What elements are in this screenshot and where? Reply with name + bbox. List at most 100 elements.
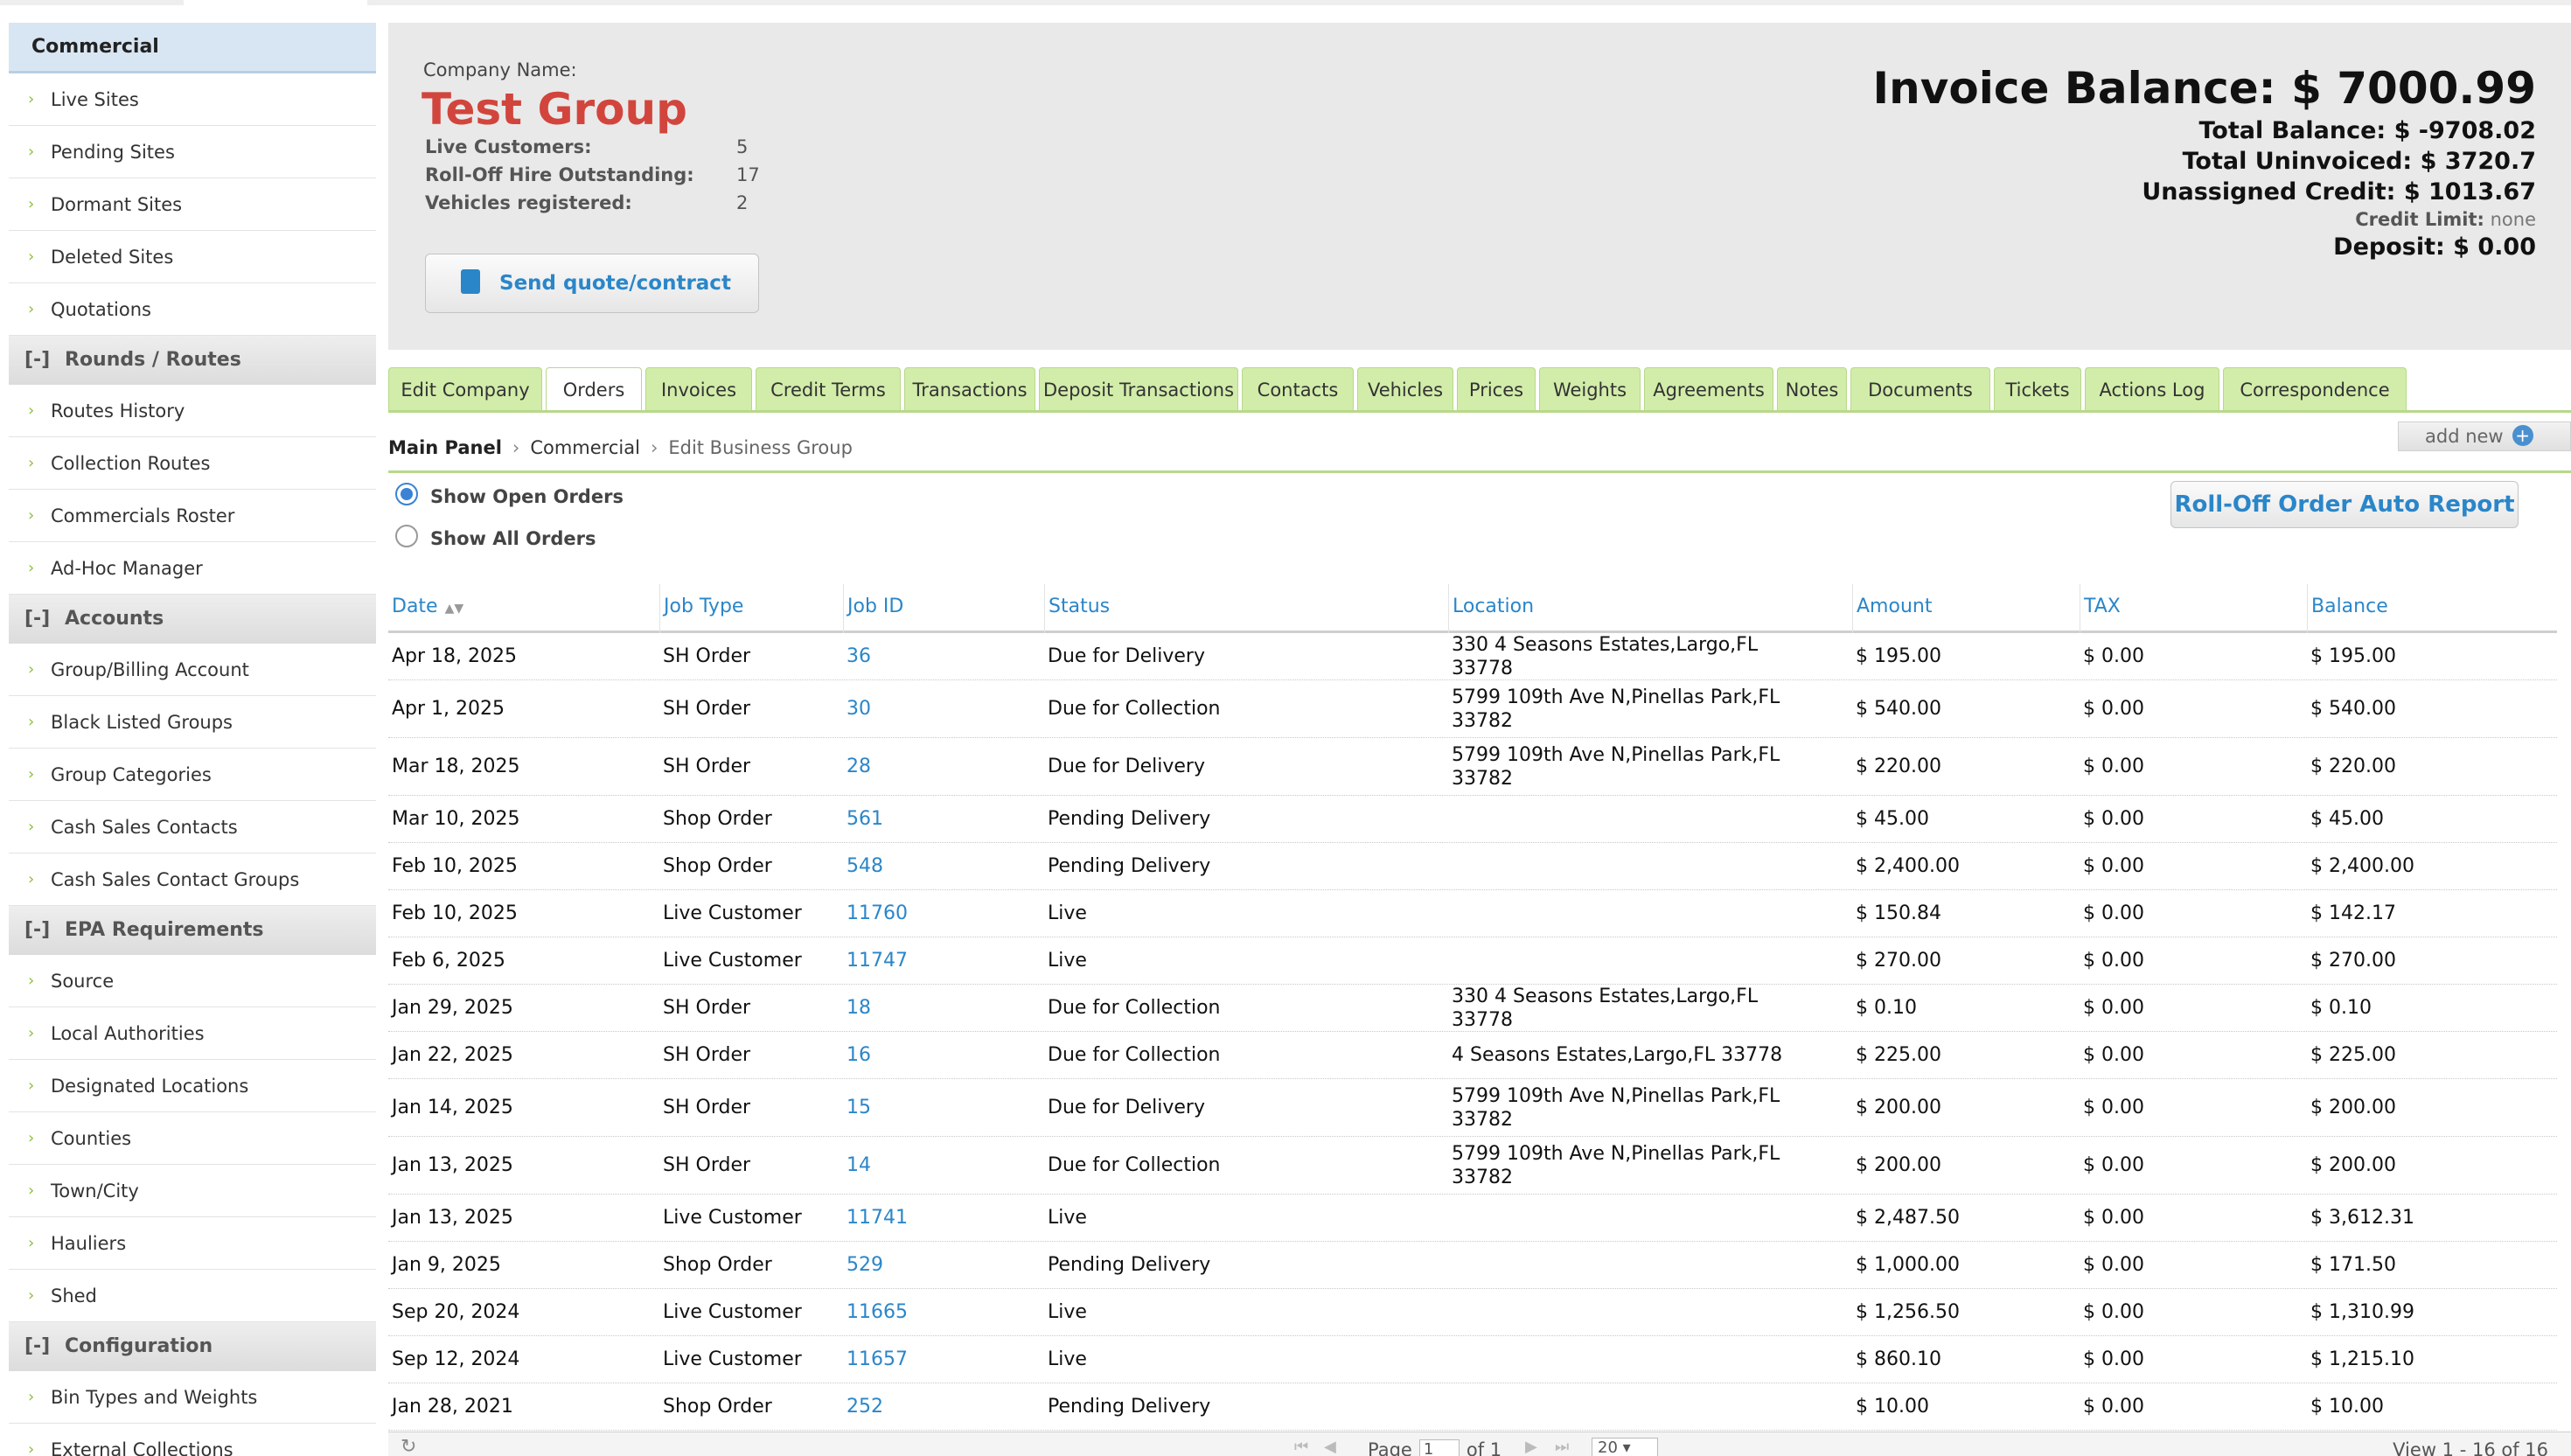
table-row[interactable]: Feb 10, 2025 Shop Order 548 Pending Deliver…	[388, 843, 2557, 890]
table-row[interactable]: Jan 9, 2025 Shop Order 529 Pending Delivery…	[388, 1242, 2557, 1289]
filter-open-orders[interactable]: Show Open Orders	[395, 483, 624, 509]
job-id-link[interactable]: 30	[843, 680, 1044, 737]
sidebar-item[interactable]: › Black Listed Groups	[9, 696, 376, 749]
column-header[interactable]: Job ID	[843, 584, 1044, 633]
table-row[interactable]: Sep 12, 2024 Live Customer 11657 Live $ 860.…	[388, 1336, 2557, 1383]
sidebar-item[interactable]: › Pending Sites	[9, 126, 376, 178]
job-id-link[interactable]: 15	[843, 1079, 1044, 1136]
sidebar-item[interactable]: › Counties	[9, 1112, 376, 1165]
job-id-link[interactable]: 11657	[843, 1336, 1044, 1383]
radio-checked-icon[interactable]	[395, 483, 418, 505]
breadcrumb-root[interactable]: Main Panel	[388, 437, 502, 458]
sidebar-item[interactable]: › Live Sites	[9, 73, 376, 126]
job-id-link[interactable]: 16	[843, 1032, 1044, 1078]
tab-agreements[interactable]: Agreements	[1644, 367, 1773, 411]
table-row[interactable]: Jan 29, 2025 SH Order 18 Due for Collection…	[388, 985, 2557, 1032]
filter-all-orders[interactable]: Show All Orders	[395, 525, 596, 551]
first-page-icon[interactable]: ⏮	[1294, 1438, 1308, 1456]
table-row[interactable]: Mar 10, 2025 Shop Order 561 Pending Deliver…	[388, 796, 2557, 843]
job-id-link[interactable]: 11760	[843, 890, 1044, 937]
job-id-link[interactable]: 561	[843, 796, 1044, 842]
sidebar-item[interactable]: › Shed	[9, 1270, 376, 1322]
collapse-toggle[interactable]: [-]	[24, 1322, 65, 1371]
table-row[interactable]: Feb 10, 2025 Live Customer 11760 Live $ 150.…	[388, 890, 2557, 937]
collapse-toggle[interactable]: [-]	[24, 595, 65, 644]
column-header[interactable]: Location	[1448, 584, 1852, 633]
column-header[interactable]: Date ▲▼	[388, 584, 659, 633]
rolloff-auto-report-button[interactable]: Roll-Off Order Auto Report	[2170, 481, 2519, 528]
sidebar-item[interactable]: › Quotations	[9, 283, 376, 336]
collapse-toggle[interactable]: [-]	[24, 906, 65, 955]
sort-icon[interactable]: ▲▼	[445, 602, 464, 616]
refresh-icon[interactable]: ↻	[401, 1436, 416, 1456]
sidebar-item[interactable]: › External Collections	[9, 1424, 376, 1456]
tab-weights[interactable]: Weights	[1539, 367, 1641, 411]
sidebar-item[interactable]: › Hauliers	[9, 1217, 376, 1270]
column-header[interactable]: Balance	[2307, 584, 2557, 633]
tab-credit-terms[interactable]: Credit Terms	[756, 367, 901, 411]
column-header[interactable]: Status	[1044, 584, 1448, 633]
sidebar-section[interactable]: [-] Configuration	[9, 1322, 376, 1371]
sidebar-item[interactable]: › Designated Locations	[9, 1060, 376, 1112]
sidebar-item[interactable]: › Cash Sales Contact Groups	[9, 853, 376, 906]
table-row[interactable]: Jan 13, 2025 SH Order 14 Due for Collection…	[388, 1137, 2557, 1195]
sidebar-section[interactable]: [-] Rounds / Routes	[9, 336, 376, 385]
sidebar-item[interactable]: › Collection Routes	[9, 437, 376, 490]
page-input[interactable]: 1	[1418, 1439, 1460, 1456]
table-row[interactable]: Jan 22, 2025 SH Order 16 Due for Collection…	[388, 1032, 2557, 1079]
tab-vehicles[interactable]: Vehicles	[1357, 367, 1453, 411]
tab-tickets[interactable]: Tickets	[1994, 367, 2081, 411]
breadcrumb-section[interactable]: Commercial	[530, 437, 640, 458]
sidebar-section[interactable]: [-] EPA Requirements	[9, 906, 376, 955]
table-row[interactable]: Feb 6, 2025 Live Customer 11747 Live $ 270.0…	[388, 937, 2557, 985]
add-new-button[interactable]: add new +	[2398, 421, 2571, 451]
sidebar-item[interactable]: › Deleted Sites	[9, 231, 376, 283]
tab-contacts[interactable]: Contacts	[1242, 367, 1354, 411]
radio-unchecked-icon[interactable]	[395, 525, 418, 547]
sidebar-item[interactable]: › Local Authorities	[9, 1007, 376, 1060]
job-id-link[interactable]: 11665	[843, 1289, 1044, 1335]
rows-per-page-select[interactable]: 20 ▾	[1592, 1438, 1658, 1456]
table-row[interactable]: Apr 18, 2025 SH Order 36 Due for Delivery 33…	[388, 633, 2557, 680]
last-page-icon[interactable]: ⏭	[1555, 1438, 1569, 1456]
job-id-link[interactable]: 14	[843, 1137, 1044, 1194]
table-row[interactable]: Jan 13, 2025 Live Customer 11741 Live $ 2,48…	[388, 1195, 2557, 1242]
sidebar-item[interactable]: › Dormant Sites	[9, 178, 376, 231]
job-id-link[interactable]: 529	[843, 1242, 1044, 1288]
tab-prices[interactable]: Prices	[1457, 367, 1536, 411]
sidebar-section[interactable]: [-] Accounts	[9, 595, 376, 644]
job-id-link[interactable]: 11741	[843, 1195, 1044, 1241]
tab-orders[interactable]: Orders	[546, 367, 642, 413]
sidebar-item[interactable]: › Routes History	[9, 385, 376, 437]
job-id-link[interactable]: 252	[843, 1383, 1044, 1430]
job-id-link[interactable]: 548	[843, 843, 1044, 889]
job-id-link[interactable]: 28	[843, 738, 1044, 795]
column-header[interactable]: Job Type	[659, 584, 843, 633]
tab-deposit-transactions[interactable]: Deposit Transactions	[1039, 367, 1238, 411]
table-row[interactable]: Sep 20, 2024 Live Customer 11665 Live $ 1,25…	[388, 1289, 2557, 1336]
table-row[interactable]: Mar 18, 2025 SH Order 28 Due for Delivery 57…	[388, 738, 2557, 796]
table-row[interactable]: Jan 28, 2021 Shop Order 252 Pending Deliver…	[388, 1383, 2557, 1431]
job-id-link[interactable]: 11747	[843, 937, 1044, 984]
tab-documents[interactable]: Documents	[1850, 367, 1990, 411]
sidebar-header[interactable]: Commercial	[9, 23, 376, 73]
tab-actions-log[interactable]: Actions Log	[2085, 367, 2219, 411]
sidebar-item[interactable]: › Group Categories	[9, 749, 376, 801]
sidebar-item[interactable]: › Bin Types and Weights	[9, 1371, 376, 1424]
tab-correspondence[interactable]: Correspondence	[2223, 367, 2407, 411]
prev-page-icon[interactable]: ◀	[1324, 1438, 1336, 1456]
sidebar-item[interactable]: › Source	[9, 955, 376, 1007]
tab-invoices[interactable]: Invoices	[645, 367, 752, 411]
sidebar-item[interactable]: › Group/Billing Account	[9, 644, 376, 696]
next-page-icon[interactable]: ▶	[1525, 1438, 1537, 1456]
job-id-link[interactable]: 18	[843, 985, 1044, 1031]
sidebar-item[interactable]: › Ad-Hoc Manager	[9, 542, 376, 595]
send-quote-button[interactable]: Send quote/contract	[425, 254, 759, 313]
sidebar-item[interactable]: › Commercials Roster	[9, 490, 376, 542]
tab-notes[interactable]: Notes	[1777, 367, 1847, 411]
column-header[interactable]: Amount	[1852, 584, 2080, 633]
table-row[interactable]: Jan 14, 2025 SH Order 15 Due for Delivery 57…	[388, 1079, 2557, 1137]
sidebar-item[interactable]: › Town/City	[9, 1165, 376, 1217]
collapse-toggle[interactable]: [-]	[24, 336, 65, 385]
table-row[interactable]: Apr 1, 2025 SH Order 30 Due for Collection 5…	[388, 680, 2557, 738]
